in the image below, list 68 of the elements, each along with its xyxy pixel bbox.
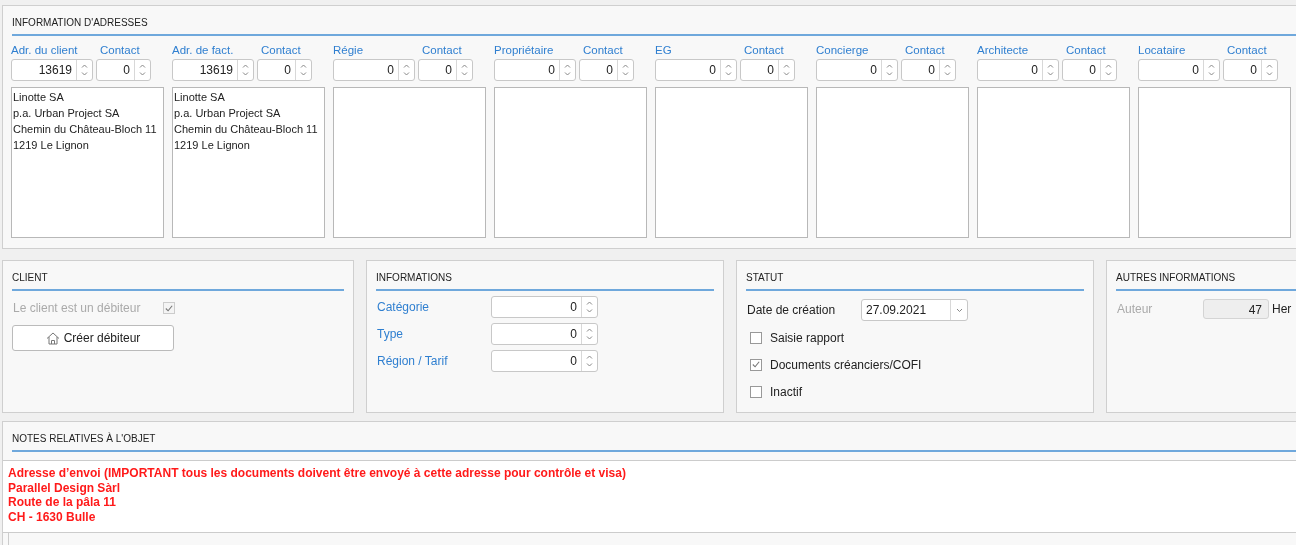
field-label: Contact [905, 44, 945, 58]
address-field[interactable] [977, 87, 1130, 238]
number-spinner[interactable]: 0 [816, 59, 898, 81]
field-label: Contact [1066, 44, 1106, 58]
number-spinner[interactable]: 0 [1062, 59, 1117, 81]
checkbox[interactable] [750, 385, 762, 398]
field-label: Contact [261, 44, 301, 58]
checkbox-label: Le client est un débiteur [13, 301, 142, 315]
notes-field[interactable]: Adresse d’envoi (IMPORTANT tous les documents doivent être envoyé à cette adresse pour contrôle et visa) Parallel Design Sàrl Route de la pâla 11 CH - 1630 Bulle [3, 460, 1296, 533]
field-label: Région / Tarif [377, 353, 449, 368]
field-label: Contact [583, 44, 623, 58]
number-spinner[interactable]: 0 [333, 59, 415, 81]
field-label: Contact [422, 44, 462, 58]
chevron-down-icon[interactable] [955, 307, 963, 313]
number-spinner[interactable]: 0 [257, 59, 312, 81]
panel-title: NOTES RELATIVES À L'OBJET [12, 422, 1296, 452]
field-label: Locataire [1138, 44, 1187, 58]
number-spinner[interactable]: 0 [491, 295, 598, 318]
create-debtor-button[interactable]: Créer débiteur [12, 325, 174, 351]
address-field[interactable] [816, 87, 969, 238]
field-label: Contact [744, 44, 784, 58]
number-spinner[interactable]: 0 [901, 59, 956, 81]
field-label: Concierge [816, 44, 870, 58]
field-label: Date de création [747, 303, 837, 317]
field-label: Adr. de fact. [172, 44, 235, 58]
field-label: Régie [333, 44, 365, 58]
number-spinner[interactable]: 13619 [172, 59, 254, 81]
panel-title: STATUT [746, 261, 1084, 291]
address-field[interactable] [333, 87, 486, 238]
panel-title: AUTRES INFORMATIONS [1116, 261, 1296, 291]
address-field[interactable] [494, 87, 647, 238]
checkbox[interactable] [750, 331, 762, 344]
number-spinner[interactable]: 0 [1223, 59, 1278, 81]
address-field[interactable] [655, 87, 808, 238]
number-spinner[interactable]: 0 [494, 59, 576, 81]
address-field[interactable] [1138, 87, 1291, 238]
date-field[interactable]: 27.09.2021 [861, 299, 968, 321]
field-text: Her [1272, 302, 1292, 316]
panel-title: INFORMATIONS [376, 261, 714, 291]
field-label: Catégorie [377, 299, 431, 314]
panel-title: INFORMATION D'ADRESSES [12, 6, 1296, 36]
number-spinner[interactable]: 13619 [11, 59, 93, 81]
panel-title: CLIENT [12, 261, 344, 291]
field-label: Adr. du client [11, 44, 79, 58]
readonly-field: 47 [1203, 299, 1269, 319]
field-label: Architecte [977, 44, 1030, 58]
checkbox-label: Inactif [770, 384, 802, 399]
checkbox-label: Documents créanciers/COFI [770, 357, 922, 372]
house-icon [45, 331, 60, 345]
number-spinner[interactable]: 0 [977, 59, 1059, 81]
checkbox[interactable] [750, 358, 762, 371]
number-spinner[interactable]: 0 [491, 349, 598, 372]
number-spinner[interactable]: 0 [655, 59, 737, 81]
number-spinner[interactable]: 0 [1138, 59, 1220, 81]
field-label: Type [377, 326, 404, 341]
field-label: Contact [100, 44, 140, 58]
field-label: Propriétaire [494, 44, 555, 58]
address-field[interactable]: Linotte SA p.a. Urban Project SA Chemin du Château-Bloch 11 1219 Le Lignon [172, 87, 325, 238]
number-spinner[interactable]: 0 [96, 59, 151, 81]
number-spinner[interactable]: 0 [418, 59, 473, 81]
number-spinner[interactable]: 0 [491, 322, 598, 345]
number-spinner[interactable]: 0 [740, 59, 795, 81]
field-label: Auteur [1117, 302, 1154, 316]
checkbox-label: Saisie rapport [770, 330, 845, 345]
field-label: EG [655, 44, 673, 58]
number-spinner[interactable]: 0 [579, 59, 634, 81]
field-label: Contact [1227, 44, 1267, 58]
address-field[interactable]: Linotte SA p.a. Urban Project SA Chemin du Château-Bloch 11 1219 Le Lignon [11, 87, 164, 238]
